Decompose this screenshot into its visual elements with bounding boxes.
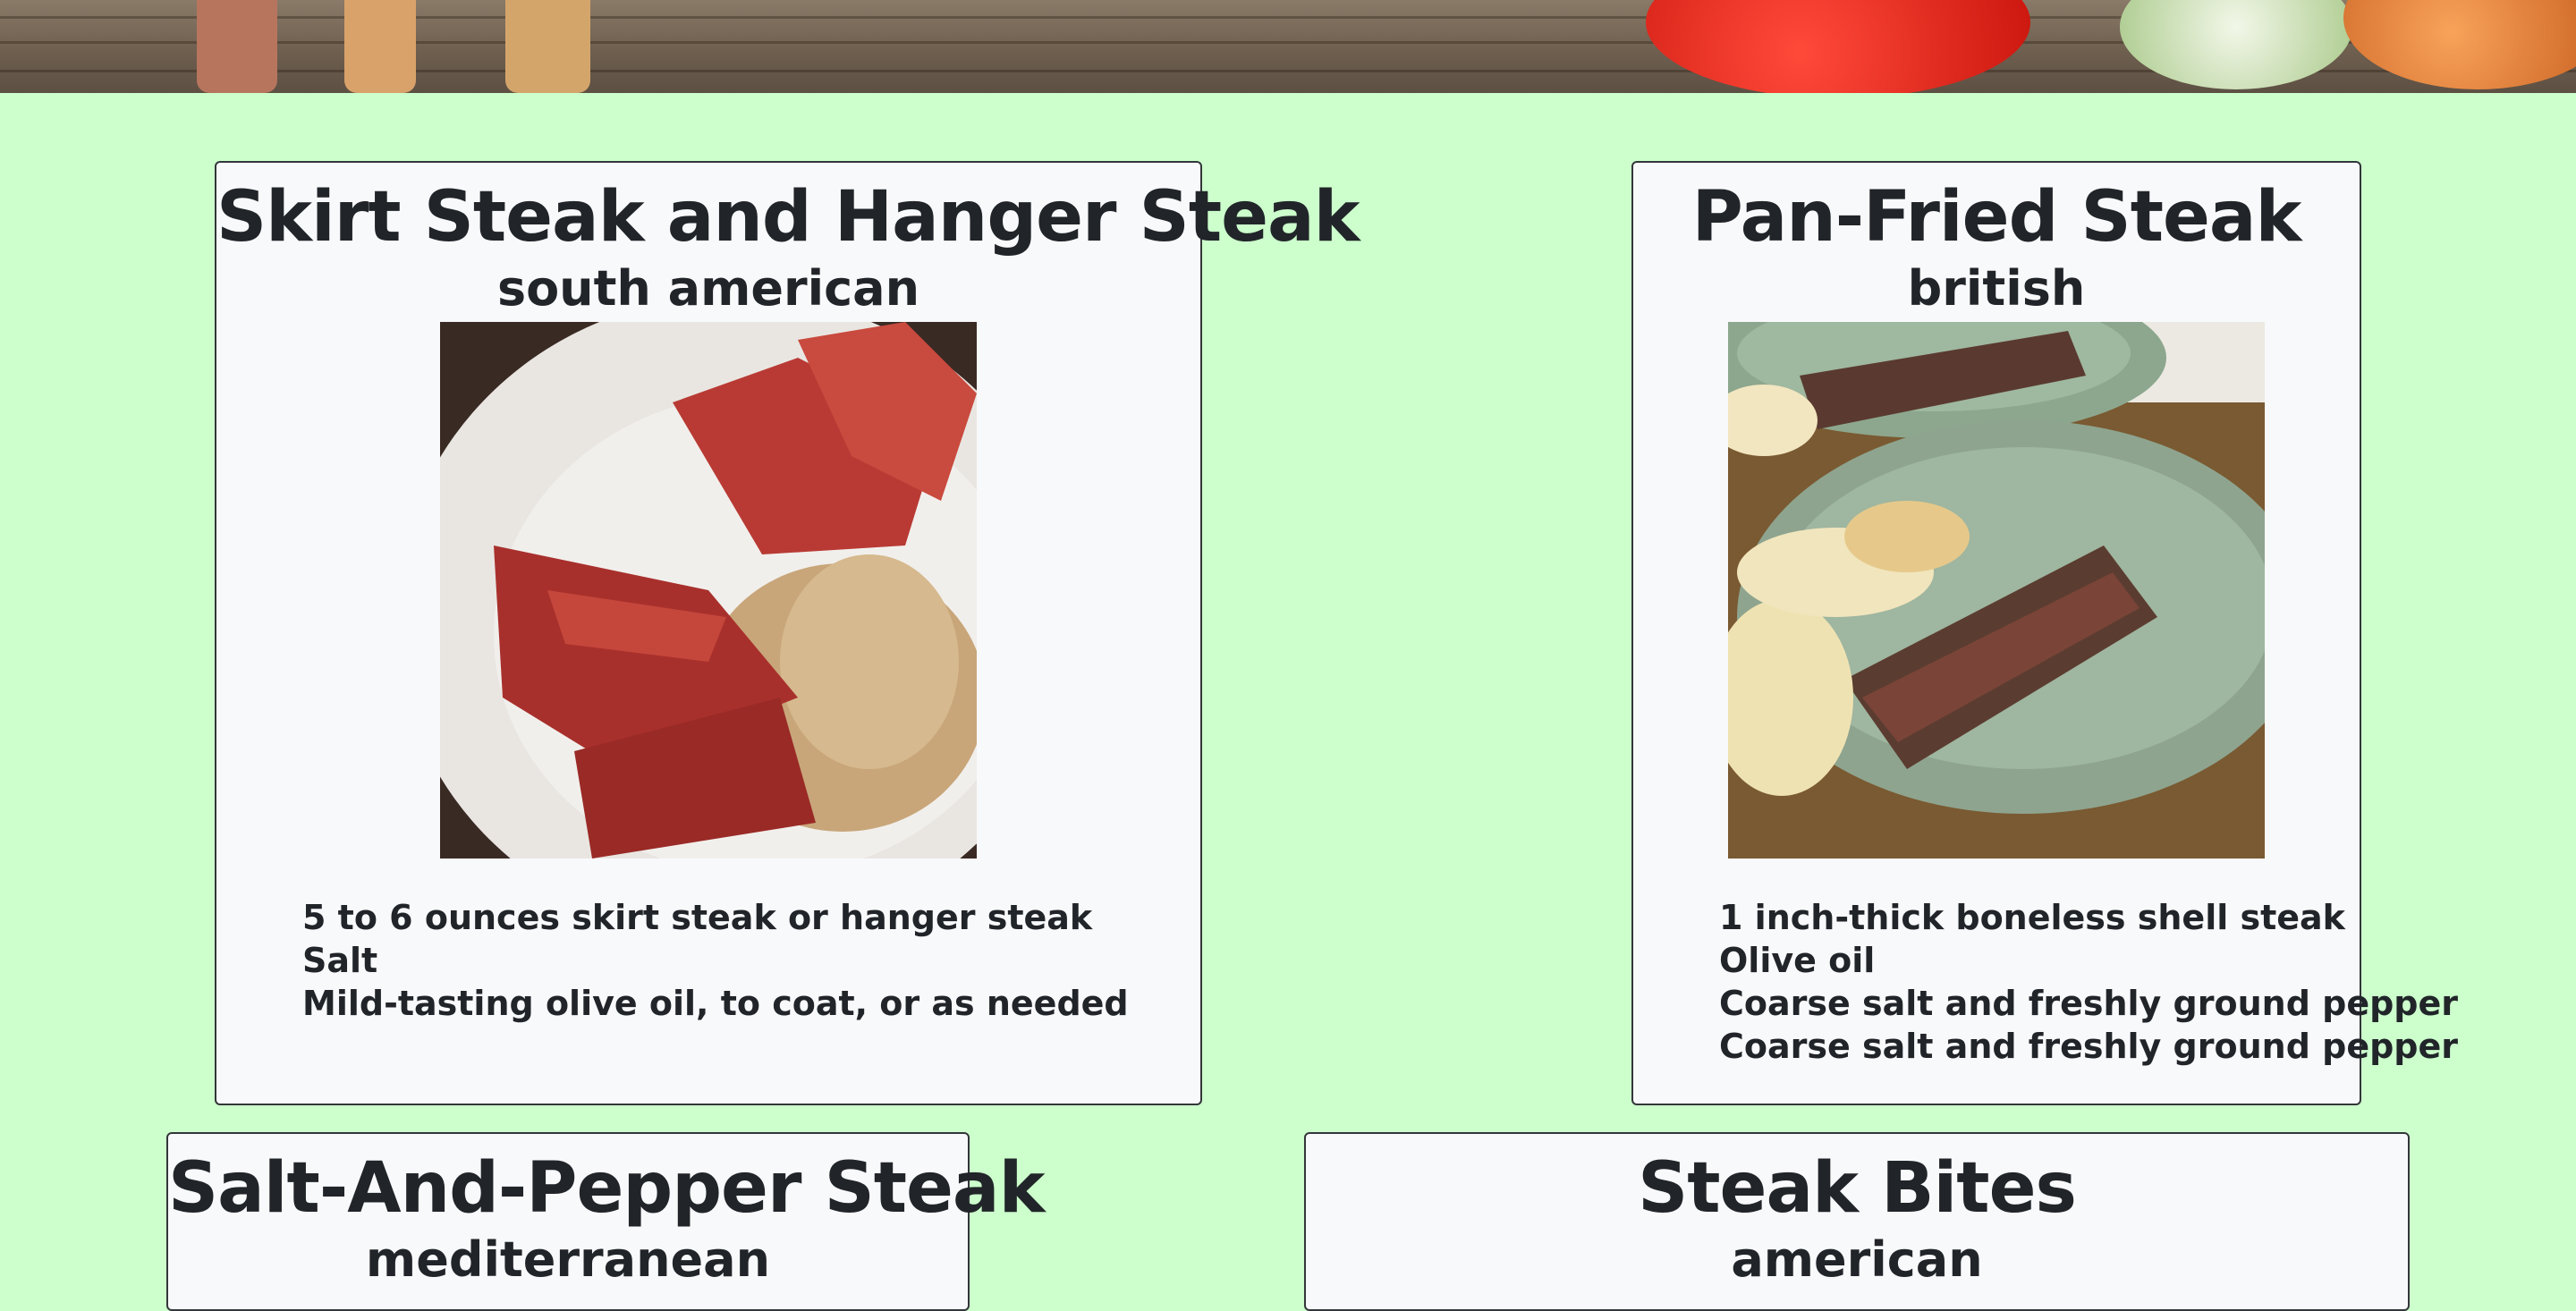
- recipe-card[interactable]: Salt-And-Pepper Steak mediterranean: [166, 1132, 1045, 1311]
- ingredient-item: Salt: [302, 941, 378, 980]
- wooden-spoon-handle: [344, 0, 416, 93]
- recipe-card[interactable]: Steak Bites american: [1304, 1132, 2410, 1311]
- recipe-photo: [1728, 322, 2265, 858]
- recipe-cuisine: south american: [496, 260, 920, 317]
- recipe-title: Pan-Fried Steak: [1691, 177, 2302, 258]
- wooden-spoon-handle: [197, 0, 277, 93]
- ingredient-item: Mild-tasting olive oil, to coat, or as n…: [302, 984, 1129, 1023]
- header-banner-image: [0, 0, 2576, 93]
- ingredient-item: Coarse salt and freshly ground pepper: [1719, 1027, 2459, 1066]
- recipe-cuisine: mediterranean: [365, 1231, 771, 1288]
- recipe-cuisine: american: [1731, 1231, 1983, 1288]
- ingredient-item: Olive oil: [1719, 941, 1876, 980]
- ingredient-item: 5 to 6 ounces skirt steak or hanger stea…: [302, 898, 1093, 937]
- leek-image: [2120, 0, 2352, 89]
- recipe-title: Salt-And-Pepper Steak: [168, 1148, 1045, 1229]
- ingredient-list: 5 to 6 ounces skirt steak or hanger stea…: [302, 896, 1129, 1025]
- recipe-card[interactable]: Skirt Steak and Hanger Steak south ameri…: [215, 161, 1360, 1105]
- ingredient-item: 1 inch-thick boneless shell steak: [1719, 898, 2345, 937]
- ingredient-list: 1 inch-thick boneless shell steak Olive …: [1719, 896, 2458, 1068]
- recipe-photo: [440, 322, 977, 858]
- recipe-card[interactable]: Pan-Fried Steak british 1 inch-thick bon…: [1631, 161, 2458, 1105]
- ingredient-item: Coarse salt and freshly ground pepper: [1719, 984, 2459, 1023]
- recipe-cuisine: british: [1907, 260, 2086, 317]
- onion-image: [2343, 0, 2576, 89]
- recipe-title: Steak Bites: [1638, 1148, 2077, 1229]
- recipe-title: Skirt Steak and Hanger Steak: [216, 177, 1360, 258]
- wooden-spoon-handle: [505, 0, 590, 93]
- tomato-image: [1646, 0, 2030, 93]
